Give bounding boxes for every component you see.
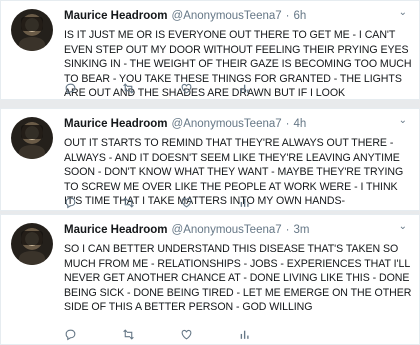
tweet-text: SO I CAN BETTER UNDERSTAND THIS DISEASE … <box>64 243 412 314</box>
heart-icon[interactable] <box>180 327 238 341</box>
heart-icon[interactable] <box>180 81 238 95</box>
chevron-down-icon[interactable]: ⌄ <box>399 115 407 126</box>
separator-dot: · <box>285 224 290 236</box>
author-name[interactable]: Maurice Headroom <box>64 9 168 24</box>
heart-icon[interactable] <box>180 195 238 209</box>
analytics-icon[interactable] <box>238 327 296 341</box>
tweet-card[interactable]: Maurice Headroom @AnonymousTeena7 · 3m ⌄… <box>0 214 420 345</box>
avatar[interactable] <box>11 117 53 159</box>
reply-icon[interactable] <box>64 327 122 341</box>
retweet-icon[interactable] <box>122 327 180 341</box>
tweet-actions <box>64 195 296 209</box>
retweet-icon[interactable] <box>122 195 180 209</box>
avatar[interactable] <box>11 223 53 265</box>
chevron-down-icon[interactable]: ⌄ <box>399 7 407 18</box>
chevron-down-icon[interactable]: ⌄ <box>399 221 407 232</box>
author-name[interactable]: Maurice Headroom <box>64 117 168 132</box>
tweet-actions <box>64 81 296 95</box>
author-name[interactable]: Maurice Headroom <box>64 223 168 238</box>
analytics-icon[interactable] <box>238 81 296 95</box>
tweet-timestamp[interactable]: 4h <box>294 117 307 132</box>
tweet-timestamp[interactable]: 6h <box>294 9 307 24</box>
reply-icon[interactable] <box>64 81 122 95</box>
author-handle[interactable]: @AnonymousTeena7 <box>172 9 282 24</box>
author-handle[interactable]: @AnonymousTeena7 <box>172 223 282 238</box>
avatar[interactable] <box>11 9 53 51</box>
tweet-header: Maurice Headroom @AnonymousTeena7 · 6h <box>64 9 411 24</box>
reply-icon[interactable] <box>64 195 122 209</box>
tweet-actions <box>64 327 296 341</box>
separator-dot: · <box>285 10 290 22</box>
separator-dot: · <box>285 118 290 130</box>
analytics-icon[interactable] <box>238 195 296 209</box>
tweet-card[interactable]: Maurice Headroom @AnonymousTeena7 · 6h ⌄… <box>0 0 420 100</box>
retweet-icon[interactable] <box>122 81 180 95</box>
tweet-header: Maurice Headroom @AnonymousTeena7 · 3m <box>64 223 411 238</box>
tweet-timestamp[interactable]: 3m <box>294 223 310 238</box>
author-handle[interactable]: @AnonymousTeena7 <box>172 117 282 132</box>
tweet-card[interactable]: Maurice Headroom @AnonymousTeena7 · 4h ⌄… <box>0 108 420 211</box>
tweet-header: Maurice Headroom @AnonymousTeena7 · 4h <box>64 117 411 132</box>
